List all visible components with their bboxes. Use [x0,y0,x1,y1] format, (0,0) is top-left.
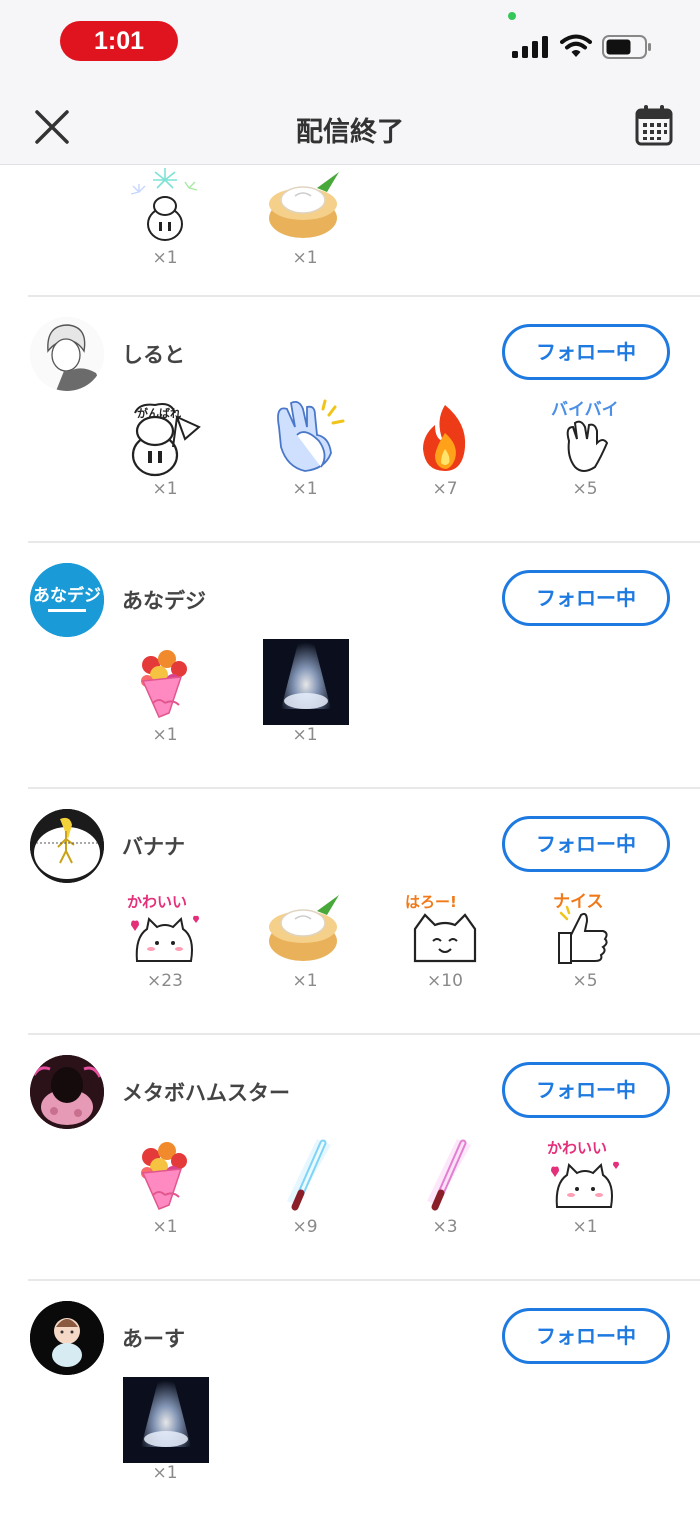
gift-count: ×1 [292,479,318,499]
user-name[interactable]: しると [122,339,185,369]
pink-glowstick-icon [427,1139,471,1211]
supporter-row: あなデジ あなデジ フォロー中 ×1 ×1 [0,543,700,789]
gift-count: ×10 [427,971,463,991]
anadeji-logo-avatar: あなデジ [30,563,104,637]
gift-count: ×7 [432,479,458,499]
following-button[interactable]: フォロー中 [502,570,670,626]
following-button[interactable]: フォロー中 [502,816,670,872]
user-avatar[interactable]: あなデジ [30,563,104,637]
user-avatar[interactable] [30,1301,104,1375]
gift-item: ×1 [95,1135,235,1255]
sticker-caption: かわいい [547,1139,607,1157]
baby-avatar [30,1301,104,1375]
user-name[interactable]: バナナ [122,831,185,861]
hello-cat-icon: はろー! [405,893,477,963]
gift-count: ×5 [572,971,598,991]
gift-item: ナイス ×5 [515,889,655,1009]
user-avatar[interactable] [30,809,104,883]
gift-item: ×1 [235,639,375,763]
gift-list[interactable]: ×1 ×1 しると フォロー中 がんばれ ×1 ×1 ×7 バイバイ ×5 あな… [0,166,700,1513]
gift-count: ×1 [292,248,318,268]
status-bar: 1:01 [0,0,700,88]
gift-item: かわいい ×1 [515,1135,655,1255]
gift-count: ×1 [292,971,318,991]
battery-icon [602,35,651,59]
sticker-caption: はろー! [405,893,457,911]
nikuman-icon [269,895,339,961]
supporter-row: メタボハムスター フォロー中 ×1 ×9 ×3 かわいい ×1 [0,1035,700,1281]
gift-count: ×23 [147,971,183,991]
gift-item: ×1 [235,166,375,286]
following-button[interactable]: フォロー中 [502,1308,670,1364]
gift-row: ×1 ×9 ×3 かわいい ×1 [0,1135,700,1255]
nice-thumb-icon: ナイス [553,892,608,964]
gift-count: ×1 [152,1463,178,1483]
hamster-avatar [30,1055,104,1129]
cellular-signal-icon [512,36,548,58]
gift-row: かわいい ×23 ×1 はろー! ×10 ナイス ×5 [0,889,700,1009]
gift-row: ×1 ×1 [0,166,700,286]
user-name[interactable]: あなデジ [122,585,206,615]
gift-item: ×7 [375,397,515,517]
gift-count: ×1 [292,725,318,745]
gift-count: ×1 [152,479,178,499]
kawaii-cat-icon: かわいい [547,1139,619,1208]
gift-item: ×1 [95,166,235,286]
gift-item: ×3 [375,1135,515,1255]
gift-count: ×5 [572,479,598,499]
spotlight-icon [123,1377,209,1463]
ganbare-pig-icon: がんばれ [131,403,201,477]
user-avatar[interactable] [30,317,104,391]
gift-count: ×9 [292,1217,318,1237]
page-title: 配信終了 [296,117,404,148]
gift-item: がんばれ ×1 [95,397,235,517]
user-name[interactable]: メタボハムスター [122,1077,290,1107]
following-button[interactable]: フォロー中 [502,1062,670,1118]
supporter-row: あーす フォロー中 ×1 [0,1281,700,1513]
byebye-hand-icon: バイバイ [551,400,619,472]
gift-item: ×1 [95,643,235,763]
gift-count: ×3 [432,1217,458,1237]
bouquet-icon [141,650,187,718]
fireworks-pig-icon [130,168,198,241]
user-name[interactable]: あーす [122,1323,185,1353]
gift-item: ×1 [235,889,375,1009]
flame-icon [423,405,466,471]
sticker-caption: ナイス [553,892,604,912]
gift-count: ×1 [152,248,178,268]
gift-count: ×1 [152,1217,178,1237]
supporter-row: しると フォロー中 がんばれ ×1 ×1 ×7 バイバイ ×5 [0,297,700,543]
banana-avatar [30,809,104,883]
mic-indicator-dot [508,12,516,20]
calendar-icon[interactable] [634,104,674,148]
clapping-hands-icon [277,399,345,472]
user-avatar[interactable] [30,1055,104,1129]
avatar-logo-text: あなデジ [33,585,101,606]
gift-item: はろー! ×10 [375,889,515,1009]
gift-row: ×1 ×1 [0,639,700,763]
gift-item: ×9 [235,1135,375,1255]
svg-text:バイバイ: バイバイ [551,400,619,420]
spotlight-icon [263,639,349,725]
gift-row: がんばれ ×1 ×1 ×7 バイバイ ×5 [0,397,700,517]
wifi-icon [560,34,592,57]
gift-row: ×1 [0,1377,700,1501]
nav-bar: 配信終了 [0,88,700,165]
gift-item: バイバイ ×5 [515,397,655,517]
anime-boy-avatar [30,317,104,391]
gift-item: ×1 [235,397,375,517]
gift-item: ×1 [95,1377,235,1501]
nikuman-icon [269,172,339,238]
blue-glowstick-icon [287,1139,331,1211]
sticker-caption: かわいい [127,893,187,911]
following-button[interactable]: フォロー中 [502,324,670,380]
gift-item: かわいい ×23 [95,889,235,1009]
bouquet-icon [141,1142,187,1210]
gift-count: ×1 [152,725,178,745]
supporter-row: バナナ フォロー中 かわいい ×23 ×1 はろー! ×10 ナイス ×5 [0,789,700,1035]
status-time: 1:01 [60,21,178,61]
kawaii-cat-icon: かわいい [127,893,199,962]
gift-count: ×1 [572,1217,598,1237]
